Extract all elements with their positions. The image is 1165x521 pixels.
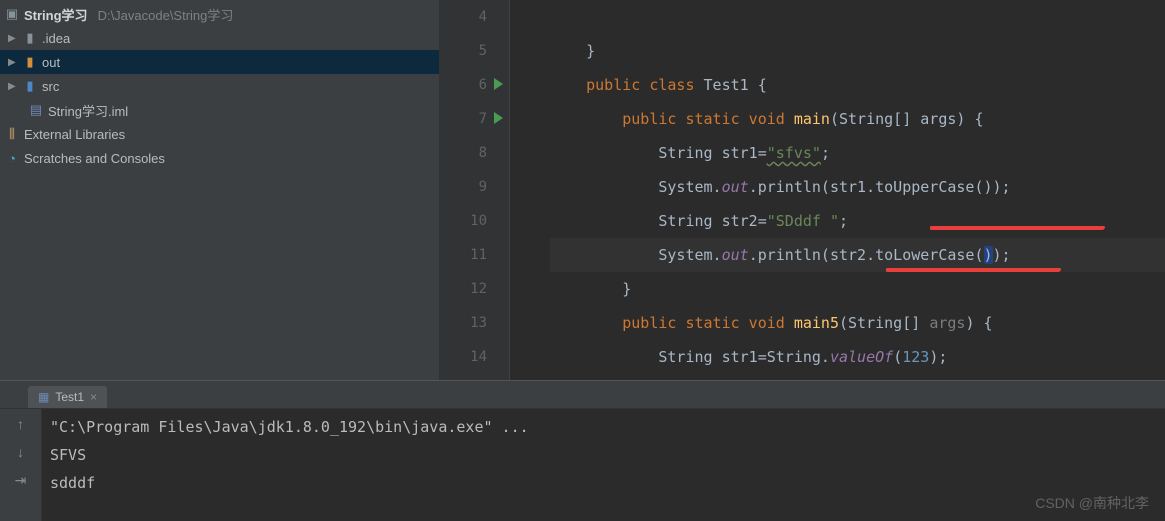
folder-icon: ▮ — [22, 54, 38, 70]
run-config-icon: ▦ — [38, 390, 49, 404]
tree-external-libs[interactable]: ⫼ External Libraries — [0, 122, 439, 146]
tree-label: Scratches and Consoles — [24, 151, 165, 166]
project-path: D:\Javacode\String学习 — [98, 5, 234, 24]
tree-scratches[interactable]: ◔ Scratches and Consoles — [0, 146, 439, 170]
console-line: sdddf — [50, 469, 1157, 497]
console-line: SFVS — [50, 441, 1157, 469]
gutter-line[interactable]: 7 — [440, 102, 487, 136]
gutter-line[interactable]: 10 — [440, 204, 487, 238]
tree-root[interactable]: ▣ String学习 D:\Javacode\String学习 — [0, 2, 439, 26]
console-line: "C:\Program Files\Java\jdk1.8.0_192\bin\… — [50, 413, 1157, 441]
tree-label: External Libraries — [24, 127, 125, 142]
annotation-underline — [930, 226, 1105, 230]
gutter-line[interactable]: 12 — [440, 272, 487, 306]
chevron-right-icon[interactable]: ▶ — [8, 33, 18, 44]
down-arrow-icon[interactable]: ↓ — [12, 443, 30, 461]
project-icon: ▣ — [4, 6, 20, 22]
run-tab[interactable]: ▦ Test1 × — [28, 386, 107, 408]
code-line[interactable]: } — [550, 34, 1165, 68]
gutter-line[interactable]: 4 — [440, 0, 487, 34]
run-gutter-icon[interactable] — [494, 78, 503, 90]
run-tab-label: Test1 — [55, 390, 84, 404]
tree-node-idea[interactable]: ▶ ▮ .idea — [0, 26, 439, 50]
code-line[interactable]: } — [550, 272, 1165, 306]
run-tab-bar[interactable]: ▦ Test1 × — [0, 381, 1165, 409]
code-line[interactable]: String str1=String.valueOf(123); — [550, 340, 1165, 374]
gutter-line[interactable]: 6 — [440, 68, 487, 102]
close-icon[interactable]: × — [90, 390, 97, 404]
tree-node-src[interactable]: ▶ ▮ src — [0, 74, 439, 98]
project-tree[interactable]: ▣ String学习 D:\Javacode\String学习 ▶ ▮ .ide… — [0, 0, 440, 380]
console-toolbar[interactable]: ↑ ↓ ⇥ — [0, 409, 42, 521]
code-line[interactable]: public static void main5(String[] args) … — [550, 306, 1165, 340]
library-icon: ⫼ — [4, 126, 20, 142]
file-icon: ▤ — [28, 102, 44, 118]
tree-label: src — [42, 79, 59, 94]
gutter-line[interactable]: 9 — [440, 170, 487, 204]
code-line[interactable]: public class Test1 { — [550, 68, 1165, 102]
gutter-line[interactable]: 5 — [440, 34, 487, 68]
gutter-line[interactable]: 11 — [440, 238, 487, 272]
chevron-right-icon[interactable]: ▶ — [8, 81, 18, 92]
tree-label: .idea — [42, 31, 70, 46]
folder-icon: ▮ — [22, 30, 38, 46]
tree-label: out — [42, 55, 60, 70]
code-line[interactable]: String str1="sfvs"; — [550, 136, 1165, 170]
folder-icon: ▮ — [22, 78, 38, 94]
code-line[interactable] — [550, 0, 1165, 34]
code-line[interactable]: public static void main(String[] args) { — [550, 102, 1165, 136]
soft-wrap-icon[interactable]: ⇥ — [12, 471, 30, 489]
console-output[interactable]: "C:\Program Files\Java\jdk1.8.0_192\bin\… — [42, 409, 1165, 521]
project-name: String学习 — [24, 5, 88, 24]
tree-node-iml[interactable]: ▤ String学习.iml — [0, 98, 439, 122]
code-editor[interactable]: 4 5 6 7 8 9 10 11 12 13 14 } public clas… — [440, 0, 1165, 380]
code-line[interactable]: System.out.println(str2.toLowerCase()); — [550, 238, 1165, 272]
code-line[interactable]: String str2="SDddf "; — [550, 204, 1165, 238]
scratch-icon: ◔ — [4, 150, 20, 166]
run-tool-window[interactable]: ▦ Test1 × ↑ ↓ ⇥ "C:\Program Files\Java\j… — [0, 380, 1165, 521]
tree-node-out[interactable]: ▶ ▮ out — [0, 50, 439, 74]
gutter-line[interactable]: 13 — [440, 306, 487, 340]
run-gutter-icon[interactable] — [494, 112, 503, 124]
code-line[interactable]: System.out.println(str1.toUpperCase()); — [550, 170, 1165, 204]
gutter-line[interactable]: 8 — [440, 136, 487, 170]
code-area[interactable]: } public class Test1 { public static voi… — [510, 0, 1165, 380]
chevron-right-icon[interactable]: ▶ — [8, 57, 18, 68]
tree-label: String学习.iml — [48, 101, 128, 120]
gutter-line[interactable]: 14 — [440, 340, 487, 374]
line-gutter[interactable]: 4 5 6 7 8 9 10 11 12 13 14 — [440, 0, 510, 380]
up-arrow-icon[interactable]: ↑ — [12, 415, 30, 433]
watermark: CSDN @南种北李 — [1035, 493, 1149, 513]
